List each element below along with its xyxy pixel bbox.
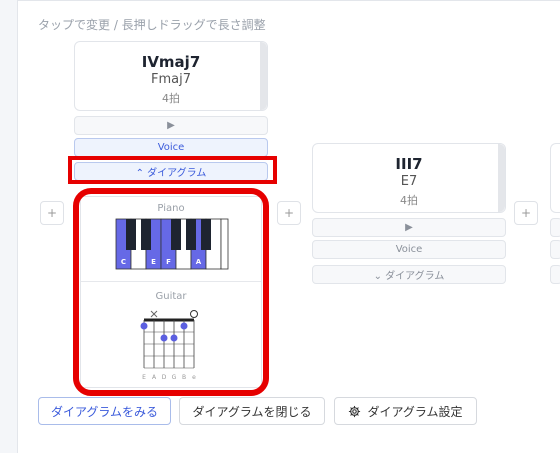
add-chord-button-right[interactable]: + <box>514 201 538 225</box>
show-diagram-button[interactable]: ダイアグラムをみる <box>38 397 171 425</box>
play-button[interactable] <box>550 218 560 237</box>
diagram-toggle-label: ⌄ ダイアグラム <box>373 271 445 282</box>
chord-card-2[interactable]: III7 E7 4拍 <box>312 143 506 213</box>
diagram-settings-label: ダイアグラム設定 <box>367 404 463 419</box>
plus-icon: + <box>283 206 295 220</box>
voice-label: Voice <box>157 142 185 153</box>
play-button[interactable]: ▶ <box>312 218 506 237</box>
resize-handle[interactable] <box>498 144 505 212</box>
show-diagram-label: ダイアグラムをみる <box>50 404 159 419</box>
chord-card-3[interactable] <box>550 143 560 213</box>
play-button[interactable]: ▶ <box>74 116 268 135</box>
plus-icon: + <box>520 206 532 220</box>
resize-handle[interactable] <box>260 42 267 110</box>
usage-hint: タップで変更 / 長押しドラッグで長さ調整 <box>38 18 266 32</box>
chord-name: Fmaj7 <box>151 72 191 87</box>
highlight-rectangle <box>68 156 277 184</box>
chord-card-1[interactable]: IVmaj7 Fmaj7 4拍 <box>74 41 268 111</box>
highlight-rounded-box <box>73 188 269 396</box>
gear-icon <box>349 405 361 417</box>
chord-roman: III7 <box>395 155 423 173</box>
plus-icon: + <box>46 206 58 220</box>
chord-name: E7 <box>400 174 418 189</box>
add-chord-button-middle[interactable]: + <box>277 201 301 225</box>
play-icon: ▶ <box>405 222 413 233</box>
diagram-settings-button[interactable]: ダイアグラム設定 <box>334 397 477 425</box>
diagram-toggle[interactable]: ⌄ ダイアグラム <box>312 265 506 284</box>
chord-beats: 4拍 <box>162 92 180 105</box>
add-chord-button-left[interactable]: + <box>40 201 64 225</box>
play-icon: ▶ <box>167 120 175 131</box>
voice-button[interactable] <box>550 240 560 259</box>
chord-beats: 4拍 <box>400 194 418 207</box>
voice-button[interactable]: Voice <box>312 240 506 259</box>
chord-roman: IVmaj7 <box>141 53 201 71</box>
voice-label: Voice <box>395 244 423 255</box>
voice-button[interactable]: Voice <box>74 138 268 157</box>
diagram-toggle[interactable] <box>550 265 560 284</box>
close-diagram-button[interactable]: ダイアグラムを閉じる <box>179 397 325 425</box>
close-diagram-label: ダイアグラムを閉じる <box>192 404 312 419</box>
